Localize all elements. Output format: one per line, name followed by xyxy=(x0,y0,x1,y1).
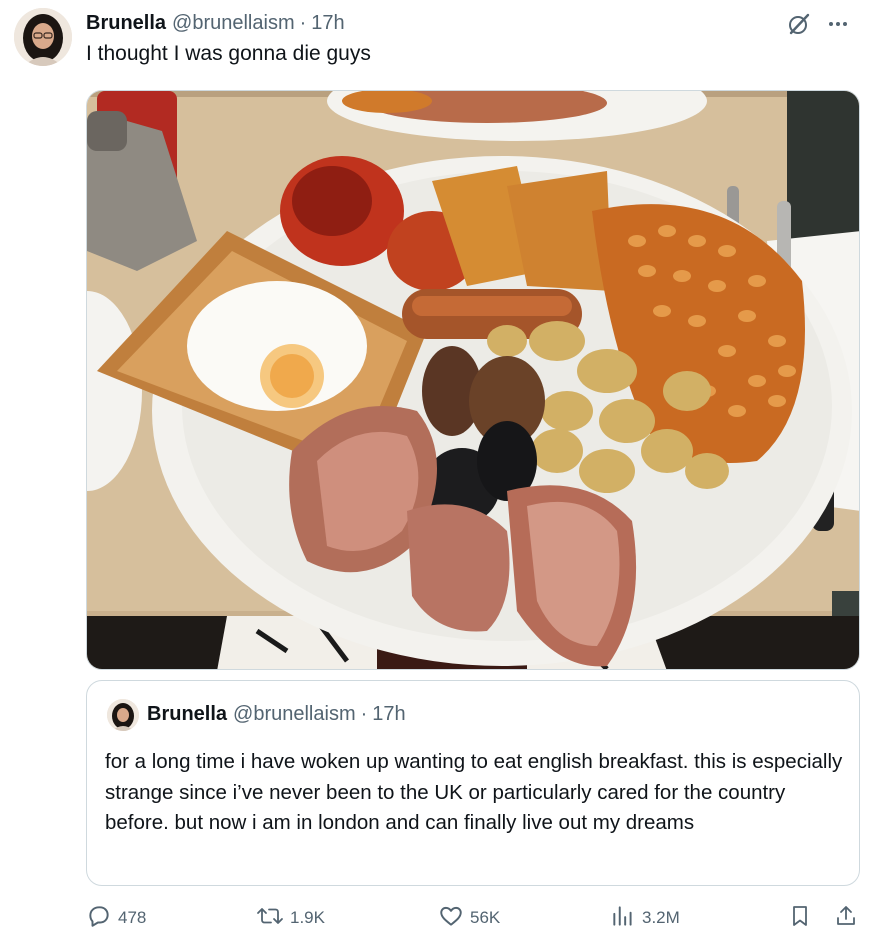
quoted-author-handle[interactable]: @brunellaism xyxy=(233,703,356,726)
grok-icon[interactable] xyxy=(786,11,812,37)
share-icon xyxy=(834,903,858,934)
views-button[interactable]: 3.2M xyxy=(610,902,680,934)
action-bar: 478 1.9K 56K 3.2M xyxy=(86,902,860,934)
share-button[interactable] xyxy=(834,902,858,934)
avatar-image xyxy=(14,8,72,66)
quoted-header: Brunella @brunellaism · 17h xyxy=(147,703,406,726)
reply-icon xyxy=(86,903,112,934)
quoted-separator: · xyxy=(360,703,368,725)
tweet-photo[interactable] xyxy=(86,90,860,670)
repost-button[interactable]: 1.9K xyxy=(256,902,325,934)
bookmark-icon xyxy=(788,903,812,934)
header-actions xyxy=(786,10,850,38)
separator: · xyxy=(299,11,307,34)
quoted-timestamp[interactable]: 17h xyxy=(372,703,405,726)
author-handle[interactable]: @brunellaism xyxy=(172,12,295,35)
repost-count: 1.9K xyxy=(290,908,325,927)
avatar[interactable] xyxy=(14,8,72,66)
more-icon[interactable] xyxy=(826,12,850,36)
repost-icon xyxy=(256,903,284,934)
like-button[interactable]: 56K xyxy=(438,902,500,934)
quoted-avatar-image xyxy=(107,699,139,731)
timestamp[interactable]: 17h xyxy=(311,12,344,35)
tweet-header: Brunella @brunellaism · 17h xyxy=(86,10,850,36)
author-name[interactable]: Brunella xyxy=(86,12,166,35)
like-icon xyxy=(438,903,464,934)
quoted-author-name[interactable]: Brunella xyxy=(147,703,227,726)
tweet-text: I thought I was gonna die guys xyxy=(86,42,371,65)
like-count: 56K xyxy=(470,908,501,927)
views-icon xyxy=(610,903,636,934)
quoted-tweet[interactable]: Brunella @brunellaism · 17h for a long t… xyxy=(86,680,860,886)
views-count: 3.2M xyxy=(642,908,680,927)
quoted-text: for a long time i have woken up wanting … xyxy=(105,750,843,834)
bookmark-button[interactable] xyxy=(788,902,812,934)
reply-button[interactable]: 478 xyxy=(86,902,146,934)
reply-count: 478 xyxy=(118,908,147,927)
quoted-avatar[interactable] xyxy=(107,699,139,731)
